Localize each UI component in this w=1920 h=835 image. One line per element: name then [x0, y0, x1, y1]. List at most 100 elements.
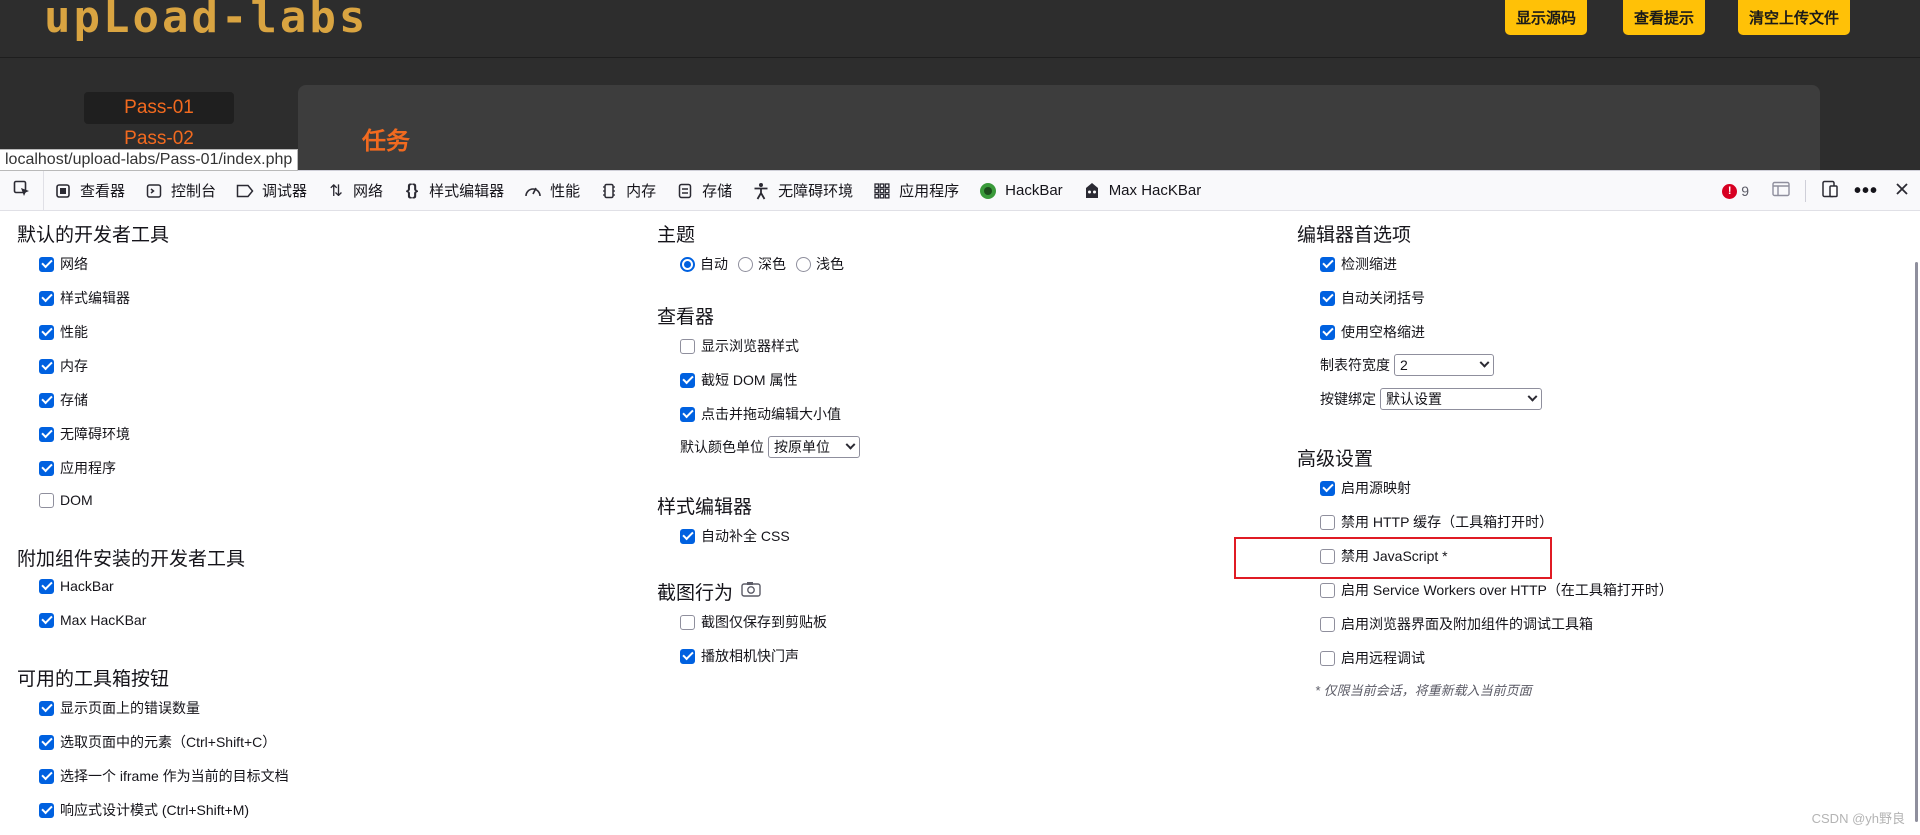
color-unit-select[interactable]: 按原单位 — [768, 436, 860, 458]
option-browser-styles[interactable]: 显示浏览器样式 — [680, 336, 799, 356]
option-memory[interactable]: 内存 — [39, 356, 88, 376]
checkbox[interactable] — [1320, 616, 1335, 632]
option-detect-indent[interactable]: 检测缩进 — [1320, 254, 1397, 274]
keybinding-row: 按键绑定 默认设置 — [1320, 388, 1542, 410]
checkbox[interactable] — [680, 406, 695, 422]
option-auto-close-brackets[interactable]: 自动关闭括号 — [1320, 288, 1425, 308]
checkbox[interactable] — [39, 358, 54, 374]
keybinding-select[interactable]: 默认设置 — [1380, 388, 1542, 410]
option-accessibility[interactable]: 无障碍环境 — [39, 424, 130, 444]
tab-accessibility[interactable]: 无障碍环境 — [742, 171, 863, 211]
option-select-iframe[interactable]: 选择一个 iframe 作为当前的目标文档 — [39, 766, 289, 786]
option-hackbar[interactable]: HackBar — [39, 578, 114, 594]
select-value: 按原单位 — [774, 439, 830, 455]
checkbox[interactable] — [39, 426, 54, 442]
error-count-badge[interactable]: ! 9 — [1722, 183, 1749, 199]
tab-size-select[interactable]: 2 — [1394, 354, 1494, 376]
checkbox[interactable] — [39, 324, 54, 340]
frame-icon — [1772, 181, 1790, 201]
option-pick-element[interactable]: 选取页面中的元素（Ctrl+Shift+C） — [39, 732, 276, 752]
checkbox[interactable] — [1320, 582, 1335, 598]
section-title-inspector: 查看器 — [657, 307, 715, 328]
theme-option-light[interactable]: 浅色 — [796, 254, 844, 274]
option-label: 点击并拖动编辑大小值 — [701, 406, 841, 422]
element-picker-button[interactable] — [0, 170, 44, 211]
option-dom[interactable]: DOM — [39, 492, 93, 508]
radio-button[interactable] — [738, 256, 753, 272]
option-network[interactable]: 网络 — [39, 254, 88, 274]
watermark: CSDN @yh野良 — [1811, 811, 1905, 826]
tab-style-editor[interactable]: {} 样式编辑器 — [393, 171, 514, 211]
checkbox[interactable] — [39, 392, 54, 408]
checkbox[interactable] — [39, 492, 54, 508]
option-browser-chrome-debugging[interactable]: 启用浏览器界面及附加组件的调试工具箱 — [1320, 614, 1593, 634]
close-devtools-button[interactable] — [1884, 171, 1920, 211]
show-source-button[interactable]: 显示源码 — [1505, 0, 1588, 35]
option-responsive-mode[interactable]: 响应式设计模式 (Ctrl+Shift+M) — [39, 800, 249, 820]
frame-select-button[interactable] — [1763, 171, 1799, 211]
option-drag-edit-values[interactable]: 点击并拖动编辑大小值 — [680, 404, 841, 424]
option-screenshot-clipboard[interactable]: 截图仅保存到剪贴板 — [680, 612, 827, 632]
radio-button[interactable] — [680, 256, 695, 272]
option-remote-debugging[interactable]: 启用远程调试 — [1320, 648, 1425, 668]
option-label: HackBar — [60, 578, 114, 594]
settings-scrollbar[interactable] — [1915, 262, 1918, 822]
checkbox[interactable] — [39, 700, 54, 716]
option-performance[interactable]: 性能 — [39, 322, 88, 342]
checkbox[interactable] — [1320, 514, 1335, 530]
theme-option-auto[interactable]: 自动 — [680, 254, 728, 274]
option-service-workers-http[interactable]: 启用 Service Workers over HTTP（在工具箱打开时） — [1320, 580, 1673, 600]
more-options-button[interactable]: ••• — [1848, 171, 1884, 211]
option-indent-with-spaces[interactable]: 使用空格缩进 — [1320, 322, 1425, 342]
option-source-maps[interactable]: 启用源映射 — [1320, 478, 1411, 498]
checkbox[interactable] — [39, 290, 54, 306]
tab-storage[interactable]: 存储 — [666, 171, 742, 211]
option-disable-http-cache[interactable]: 禁用 HTTP 缓存（工具箱打开时） — [1320, 512, 1553, 532]
checkbox[interactable] — [1320, 256, 1335, 272]
option-application[interactable]: 应用程序 — [39, 458, 116, 478]
tab-label: 样式编辑器 — [429, 183, 505, 200]
option-camera-sound[interactable]: 播放相机快门声 — [680, 646, 799, 666]
checkbox[interactable] — [680, 372, 695, 388]
responsive-design-button[interactable] — [1812, 171, 1848, 211]
checkbox[interactable] — [680, 648, 695, 664]
checkbox[interactable] — [1320, 480, 1335, 496]
option-storage[interactable]: 存储 — [39, 390, 88, 410]
tab-inspector[interactable]: 查看器 — [44, 171, 135, 211]
tab-hackbar[interactable]: HackBar — [969, 171, 1073, 211]
radio-button[interactable] — [796, 256, 811, 272]
checkbox[interactable] — [39, 768, 54, 784]
option-truncate-dom-attrs[interactable]: 截短 DOM 属性 — [680, 370, 797, 390]
tab-network[interactable]: ⇅ 网络 — [317, 171, 393, 211]
debugger-icon — [236, 182, 254, 200]
checkbox[interactable] — [39, 578, 54, 594]
checkbox[interactable] — [1320, 650, 1335, 666]
tab-debugger[interactable]: 调试器 — [226, 171, 317, 211]
tab-label: 存储 — [702, 183, 733, 200]
show-hint-button[interactable]: 查看提示 — [1623, 0, 1706, 35]
checkbox[interactable] — [1320, 324, 1335, 340]
hackbar-icon — [979, 182, 997, 200]
checkbox[interactable] — [39, 256, 54, 272]
pass-01-link[interactable]: Pass-01 — [84, 92, 234, 124]
checkbox[interactable] — [39, 612, 54, 628]
checkbox[interactable] — [39, 734, 54, 750]
checkbox[interactable] — [1320, 290, 1335, 306]
checkbox[interactable] — [680, 614, 695, 630]
option-max-hackbar[interactable]: Max HacKBar — [39, 612, 146, 628]
checkbox[interactable] — [39, 460, 54, 476]
option-style-editor[interactable]: 样式编辑器 — [39, 288, 130, 308]
checkbox[interactable] — [39, 802, 54, 818]
checkbox[interactable] — [680, 528, 695, 544]
theme-option-dark[interactable]: 深色 — [738, 254, 786, 274]
tab-console[interactable]: 控制台 — [135, 171, 226, 211]
clear-uploads-button[interactable]: 清空上传文件 — [1738, 0, 1851, 35]
section-title-theme: 主题 — [657, 225, 696, 246]
tab-memory[interactable]: 内存 — [590, 171, 666, 211]
tab-performance[interactable]: 性能 — [514, 171, 590, 211]
option-autocomplete-css[interactable]: 自动补全 CSS — [680, 526, 790, 546]
checkbox[interactable] — [680, 338, 695, 354]
tab-max-hackbar[interactable]: Max HacKBar — [1073, 171, 1212, 211]
option-error-count[interactable]: 显示页面上的错误数量 — [39, 698, 200, 718]
tab-application[interactable]: 应用程序 — [863, 171, 969, 211]
